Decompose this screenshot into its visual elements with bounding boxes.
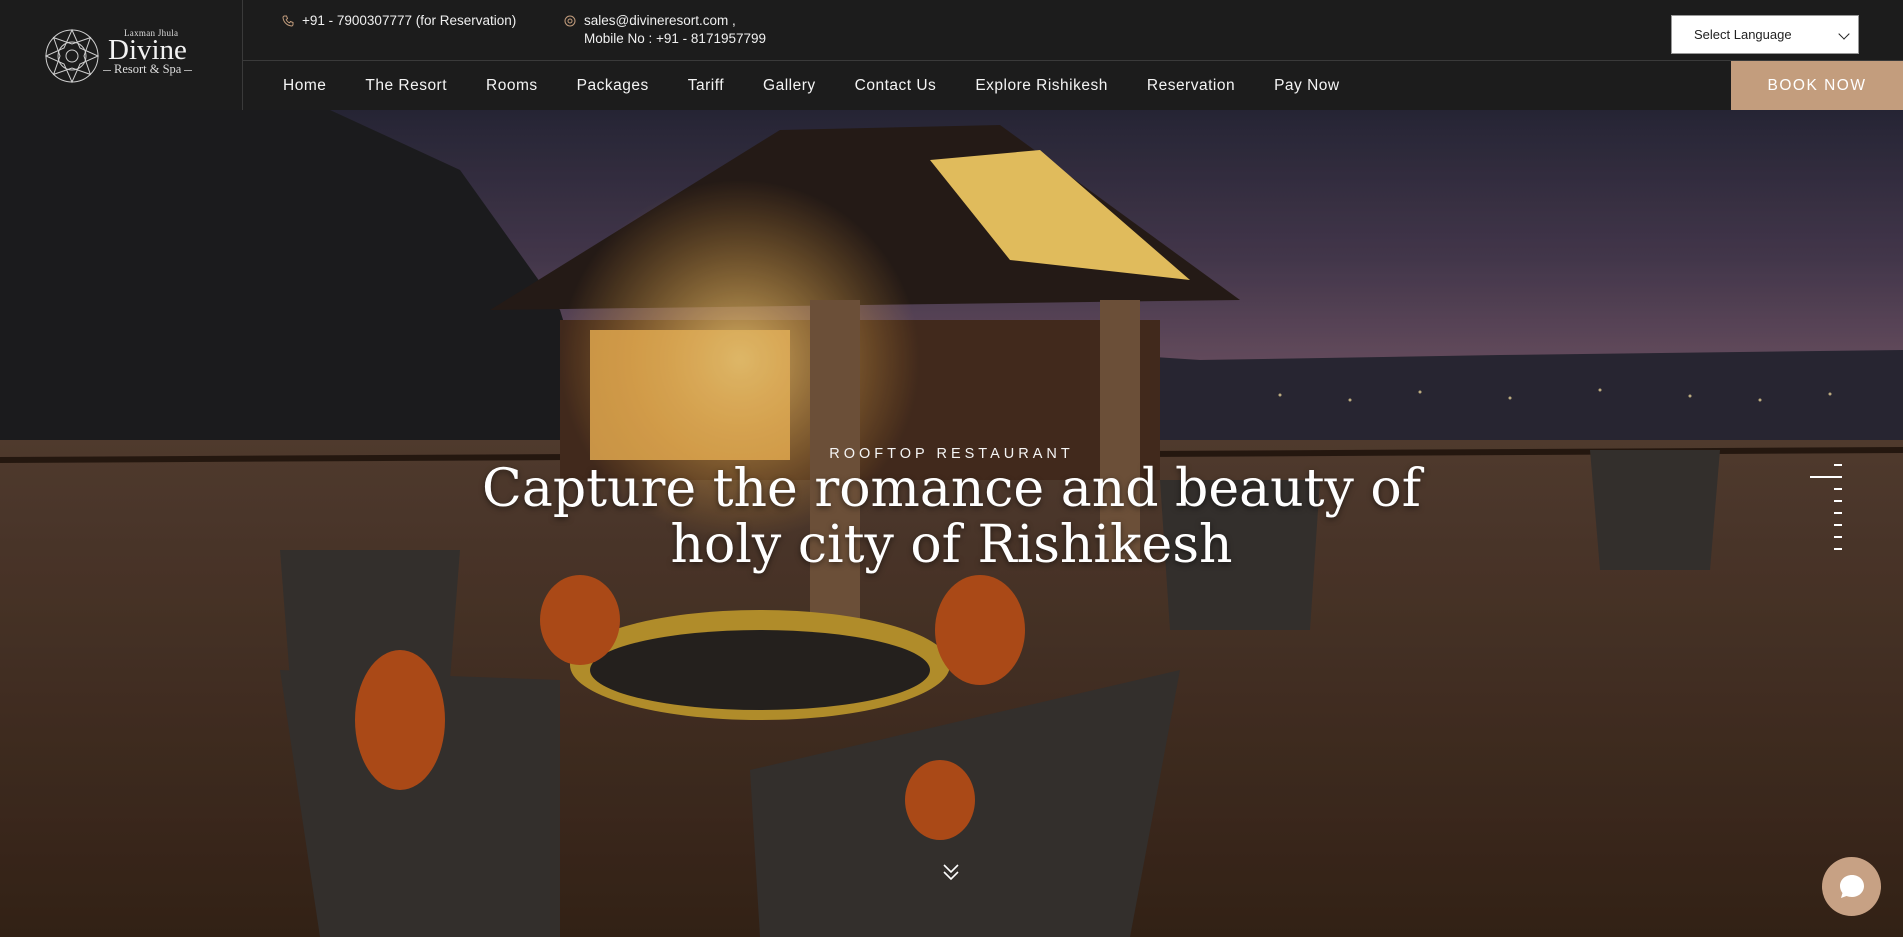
contact-mobile-text: Mobile No : +91 - 8171957799 [584, 31, 767, 46]
language-select-value: Select Language [1694, 27, 1792, 42]
nav-item-packages[interactable]: Packages [577, 77, 649, 95]
nav-item-home[interactable]: Home [283, 77, 326, 95]
nav-item-the-resort[interactable]: The Resort [365, 77, 447, 95]
book-now-button[interactable]: BOOK NOW [1731, 61, 1903, 110]
nav-item-pay-now[interactable]: Pay Now [1274, 77, 1340, 95]
logo-mandala-icon [44, 28, 100, 84]
top-bar: +91 - 7900307777 (for Reservation) sales… [243, 0, 1903, 61]
main-nav: Home The Resort Rooms Packages Tariff Ga… [243, 61, 1340, 110]
slider-dot[interactable] [1834, 524, 1842, 526]
nav-item-contact-us[interactable]: Contact Us [855, 77, 937, 95]
scroll-down-icon[interactable] [941, 862, 961, 882]
contact-email-text: sales@divineresort.com , [584, 13, 736, 28]
logo-subtitle: Resort & Spa [100, 62, 195, 77]
logo[interactable]: Laxman Jhula Divine Resort & Spa [0, 0, 243, 110]
phone-icon [282, 15, 294, 27]
chevron-down-icon [1838, 28, 1850, 40]
nav-item-tariff[interactable]: Tariff [688, 77, 724, 95]
site-header: Laxman Jhula Divine Resort & Spa +91 - 7… [0, 0, 1903, 110]
nav-item-gallery[interactable]: Gallery [763, 77, 816, 95]
nav-item-explore-rishikesh[interactable]: Explore Rishikesh [975, 77, 1108, 95]
slider-dot[interactable] [1834, 500, 1842, 502]
hero-slider: ROOFTOP RESTAURANT Capture the romance a… [0, 110, 1903, 937]
contact-phone[interactable]: +91 - 7900307777 (for Reservation) [282, 12, 516, 30]
slider-pagination [1810, 464, 1842, 560]
contact-phone-text: +91 - 7900307777 (for Reservation) [302, 13, 517, 28]
slider-dot[interactable] [1834, 464, 1842, 466]
slider-dot[interactable] [1834, 536, 1842, 538]
chat-button[interactable] [1822, 857, 1881, 916]
contact-email[interactable]: sales@divineresort.com , Mobile No : +91… [564, 12, 766, 48]
slider-dot[interactable] [1834, 488, 1842, 490]
slider-dot[interactable] [1834, 548, 1842, 550]
slider-dot[interactable] [1834, 512, 1842, 514]
slider-dot-active[interactable] [1810, 476, 1842, 478]
email-icon [564, 15, 576, 27]
chat-icon [1839, 874, 1864, 898]
nav-item-reservation[interactable]: Reservation [1147, 77, 1235, 95]
language-select[interactable]: Select Language [1671, 15, 1859, 54]
nav-item-rooms[interactable]: Rooms [486, 77, 538, 95]
hero-headline: Capture the romance and beauty of holy c… [482, 459, 1421, 575]
